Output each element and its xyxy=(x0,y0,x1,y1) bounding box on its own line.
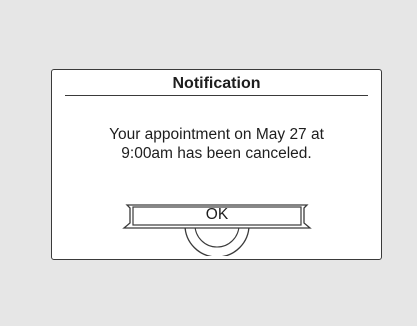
message-line-1: Your appointment on May 27 at xyxy=(109,126,324,143)
title-divider xyxy=(65,95,368,96)
ok-button-shape xyxy=(122,204,312,256)
dialog-message: Your appointment on May 27 at 9:00am has… xyxy=(52,125,381,163)
message-line-2: 9:00am has been canceled. xyxy=(121,145,312,162)
notification-dialog: Notification Your appointment on May 27 … xyxy=(51,69,382,260)
dialog-title: Notification xyxy=(172,75,261,92)
ok-button[interactable]: OK xyxy=(122,201,312,256)
